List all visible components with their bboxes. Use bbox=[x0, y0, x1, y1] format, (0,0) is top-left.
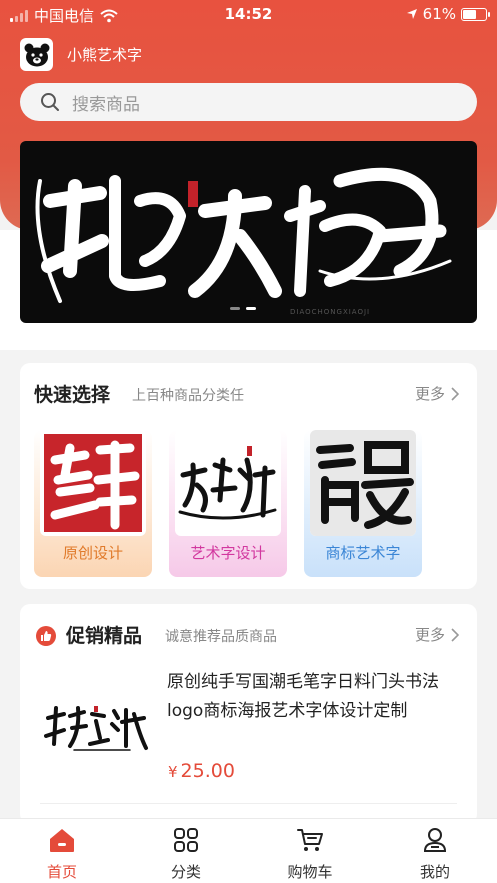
more-label: 更多 bbox=[414, 626, 445, 644]
home-icon bbox=[12, 825, 112, 855]
user-icon bbox=[385, 825, 485, 855]
section-title: 快速选择 bbox=[34, 384, 111, 406]
search-input[interactable]: 搜索商品 bbox=[20, 83, 477, 121]
category-art-font-design[interactable]: 艺术字设计 bbox=[169, 430, 287, 577]
promo-section: 促销精品 诚意推荐品质商品 更多 原创纯手写国潮毛笔字日料门头书法logo商标海… bbox=[20, 604, 477, 824]
tab-label: 购物车 bbox=[287, 863, 333, 881]
category-label: 艺术字设计 bbox=[190, 544, 266, 562]
product-image[interactable] bbox=[34, 666, 160, 792]
bottom-tab-bar: 首页 分类 购物车 我的 bbox=[0, 818, 497, 883]
status-bar: 中国电信 14:52 61% bbox=[0, 0, 497, 30]
location-arrow-icon bbox=[406, 9, 417, 19]
category-label: 原创设计 bbox=[62, 544, 123, 562]
divider bbox=[40, 803, 457, 804]
search-icon bbox=[41, 93, 59, 111]
quick-select-more-link[interactable]: 更多 bbox=[415, 383, 459, 404]
battery-icon bbox=[461, 7, 490, 21]
banner-caption: DIAOCHONGXIAOJI bbox=[290, 308, 371, 316]
grid-icon bbox=[136, 825, 236, 855]
app-name: 小熊艺术字 bbox=[67, 46, 143, 64]
category-original-design[interactable]: 原创设计 bbox=[34, 430, 152, 577]
tab-category[interactable]: 分类 bbox=[136, 825, 236, 882]
section-title: 促销精品 bbox=[66, 625, 143, 647]
product-name[interactable]: 原创纯手写国潮毛笔字日料门头书法logo商标海报艺术字体设计定制 bbox=[167, 668, 457, 726]
tab-label: 我的 bbox=[419, 863, 450, 881]
tab-label: 分类 bbox=[170, 863, 201, 881]
battery-percent: 61% bbox=[422, 5, 456, 23]
pager-dot-active[interactable] bbox=[246, 307, 256, 310]
chevron-right-icon bbox=[451, 386, 459, 401]
bear-logo-icon bbox=[20, 38, 53, 71]
category-image bbox=[175, 430, 281, 536]
cart-icon bbox=[260, 825, 360, 855]
battery-level bbox=[463, 9, 476, 19]
chevron-right-icon bbox=[451, 627, 459, 642]
promo-banner[interactable]: DIAOCHONGXIAOJI bbox=[20, 141, 477, 323]
promo-more-link[interactable]: 更多 bbox=[415, 624, 459, 645]
currency-symbol: ¥ bbox=[168, 763, 178, 781]
thumbs-up-icon bbox=[36, 626, 56, 646]
status-right: 61% bbox=[406, 5, 490, 23]
search-placeholder: 搜索商品 bbox=[72, 94, 140, 115]
tab-mine[interactable]: 我的 bbox=[385, 825, 485, 882]
calligraphy-banner-art bbox=[35, 167, 452, 303]
more-label: 更多 bbox=[414, 385, 445, 403]
category-label: 商标艺术字 bbox=[325, 544, 401, 562]
quick-select-section: 快速选择 上百种商品分类任 更多 原创设计 艺术字设计 商标艺术字 bbox=[20, 363, 477, 589]
section-subtitle: 诚意推荐品质商品 bbox=[165, 629, 277, 645]
section-subtitle: 上百种商品分类任 bbox=[132, 388, 244, 404]
pager-dot[interactable] bbox=[230, 307, 240, 310]
price-value: 25.00 bbox=[180, 760, 235, 782]
banner-pager bbox=[230, 307, 256, 310]
tab-home[interactable]: 首页 bbox=[12, 825, 112, 882]
category-image bbox=[310, 430, 416, 536]
tab-label: 首页 bbox=[46, 863, 77, 881]
category-trademark-art-font[interactable]: 商标艺术字 bbox=[304, 430, 422, 577]
tab-cart[interactable]: 购物车 bbox=[260, 825, 360, 882]
category-image bbox=[40, 430, 146, 536]
product-price: ¥25.00 bbox=[168, 760, 235, 782]
app-header: 小熊艺术字 bbox=[20, 38, 142, 71]
